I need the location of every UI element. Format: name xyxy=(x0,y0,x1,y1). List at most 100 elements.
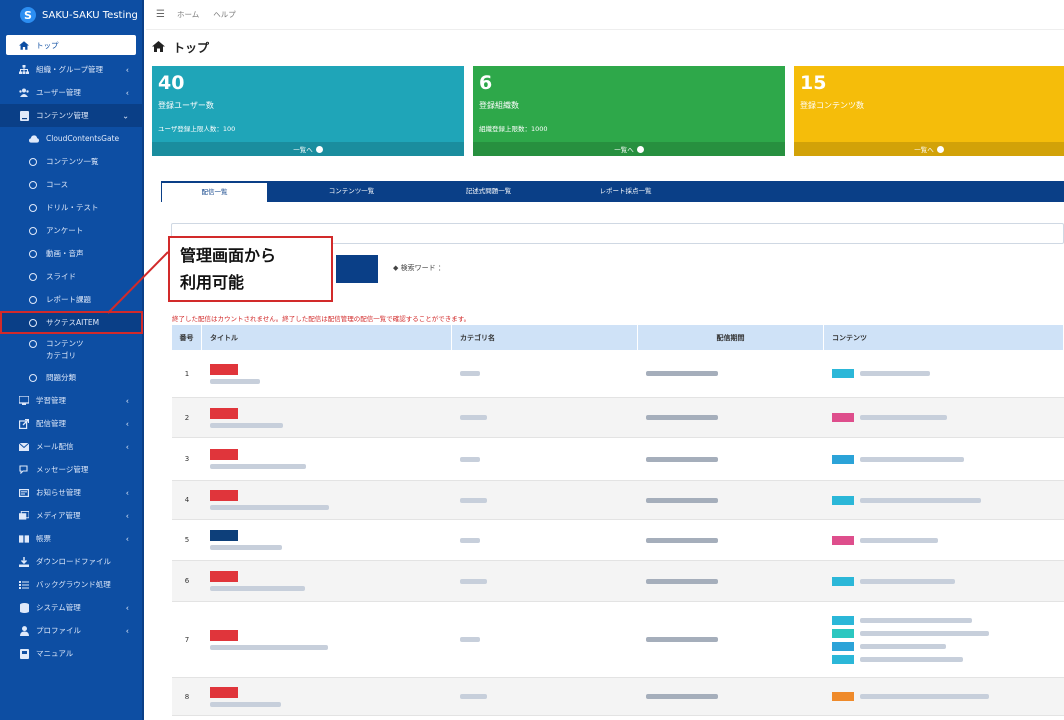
arrow-circle-icon xyxy=(315,145,323,153)
table-row[interactable]: 5 xyxy=(172,520,1064,561)
stat-label: 登録ユーザー数 xyxy=(158,101,214,110)
row-contents[interactable] xyxy=(824,350,1064,397)
sidebar-item-label: バックグラウンド処理 xyxy=(36,580,111,589)
sidebar-item-12[interactable]: サクテスAITEM xyxy=(0,311,143,334)
sidebar-item-label: アンケート xyxy=(46,226,84,235)
chevron-left-icon: ‹ xyxy=(125,88,129,97)
title-redacted xyxy=(210,378,260,384)
hamburger-icon[interactable]: ☰ xyxy=(156,9,165,20)
table-row[interactable]: 6 xyxy=(172,561,1064,602)
report-icon xyxy=(19,534,29,544)
title-redacted xyxy=(210,701,281,707)
sidebar-item-23[interactable]: バックグラウンド処理 xyxy=(0,573,142,596)
database-icon xyxy=(19,602,29,613)
column-header-1[interactable]: タイトル xyxy=(202,325,452,350)
table-row[interactable]: 1 xyxy=(172,350,1064,398)
category-redacted xyxy=(460,497,487,503)
content-entry xyxy=(832,535,938,545)
sidebar-item-18[interactable]: メッセージ管理 xyxy=(0,458,142,481)
tab-3[interactable]: レポート採点一覧 xyxy=(572,181,679,202)
table-row[interactable]: 7 xyxy=(172,602,1064,678)
sidebar-item-7[interactable]: ドリル・テスト xyxy=(0,196,142,219)
row-contents[interactable] xyxy=(824,678,1064,715)
tab-0[interactable]: 配信一覧 xyxy=(161,181,268,202)
period-redacted xyxy=(646,371,718,376)
tab-1[interactable]: コンテンツ一覧 xyxy=(298,181,405,202)
row-category xyxy=(452,678,638,715)
table-row[interactable]: 2 xyxy=(172,398,1064,438)
sidebar-item-21[interactable]: 帳票 ‹ xyxy=(0,527,142,550)
sidebar-item-1[interactable]: 組織・グループ管理 ‹ xyxy=(0,58,142,81)
table-row[interactable]: 4 xyxy=(172,481,1064,520)
circle-icon xyxy=(29,249,37,258)
sidebar-item-3[interactable]: コンテンツ管理 ⌄ xyxy=(0,104,142,127)
sidebar-item-22[interactable]: ダウンロードファイル xyxy=(0,550,142,573)
sidebar: S SAKU-SAKU Testing トップ組織・グループ管理 ‹ ユーザー管理 ‹… xyxy=(0,0,144,720)
sidebar-item-0[interactable]: トップ xyxy=(6,35,136,55)
sidebar-item-label: 問題分類 xyxy=(46,373,76,382)
period-redacted xyxy=(646,578,718,584)
sidebar-item-25[interactable]: プロファイル ‹ xyxy=(0,619,142,642)
search-button[interactable] xyxy=(336,255,378,283)
row-category xyxy=(452,438,638,480)
manual-icon xyxy=(19,648,29,659)
sidebar-item-10[interactable]: スライド xyxy=(0,265,142,288)
sidebar-item-label: 帳票 xyxy=(36,534,51,543)
stat-link[interactable]: 一覧へ xyxy=(473,142,785,156)
row-title[interactable] xyxy=(202,678,452,715)
sidebar-item-20[interactable]: メディア管理 ‹ xyxy=(0,504,142,527)
row-contents[interactable] xyxy=(824,438,1064,480)
sidebar-item-16[interactable]: 配信管理 ‹ xyxy=(0,412,142,435)
row-title[interactable] xyxy=(202,350,452,397)
column-header-0[interactable]: 番号 xyxy=(172,325,202,350)
row-contents[interactable] xyxy=(824,561,1064,601)
sidebar-item-label: スライド xyxy=(46,272,76,281)
column-header-2[interactable]: カテゴリ名 xyxy=(452,325,638,350)
table-row[interactable]: 8 xyxy=(172,678,1064,716)
sidebar-item-14[interactable]: 問題分類 xyxy=(0,366,142,389)
row-title[interactable] xyxy=(202,520,452,560)
table-row[interactable]: 3 xyxy=(172,438,1064,481)
stat-link[interactable]: 一覧へ xyxy=(794,142,1064,156)
sidebar-item-17[interactable]: メール配信 ‹ xyxy=(0,435,142,458)
row-title[interactable] xyxy=(202,602,452,677)
sidebar-item-9[interactable]: 動画・音声 xyxy=(0,242,142,265)
sidebar-item-5[interactable]: コンテンツ一覧 xyxy=(0,150,142,173)
page-title: トップ xyxy=(152,39,209,56)
content-entry xyxy=(832,495,981,505)
row-contents[interactable] xyxy=(824,602,1064,677)
category-redacted xyxy=(460,415,487,420)
arrow-circle-icon xyxy=(636,145,644,153)
brand[interactable]: S SAKU-SAKU Testing xyxy=(0,0,142,30)
row-title[interactable] xyxy=(202,481,452,519)
row-title[interactable] xyxy=(202,561,452,601)
page-title-text: トップ xyxy=(173,41,210,55)
row-contents[interactable] xyxy=(824,398,1064,437)
row-period xyxy=(638,561,824,601)
sidebar-item-label: お知らせ管理 xyxy=(36,488,81,497)
stat-card-0: 40 登録ユーザー数 ユーザ登録上限人数：100 一覧へ xyxy=(152,66,464,156)
row-contents[interactable] xyxy=(824,481,1064,519)
column-header-4[interactable]: コンテンツ xyxy=(824,325,1064,350)
sidebar-item-26[interactable]: マニュアル xyxy=(0,642,142,665)
topbar-link-help[interactable]: ヘルプ xyxy=(213,9,236,20)
sidebar-item-24[interactable]: システム管理 ‹ xyxy=(0,596,142,619)
tab-2[interactable]: 記述式問題一覧 xyxy=(435,181,542,202)
content-entry xyxy=(832,641,946,651)
sidebar-item-13[interactable]: コンテンツ カテゴリ xyxy=(0,334,142,366)
row-title[interactable] xyxy=(202,438,452,480)
row-period xyxy=(638,678,824,715)
home-icon xyxy=(152,40,165,55)
stat-link[interactable]: 一覧へ xyxy=(152,142,464,156)
sidebar-item-11[interactable]: レポート課題 xyxy=(0,288,142,311)
sidebar-item-15[interactable]: 学習管理 ‹ xyxy=(0,389,142,412)
row-contents[interactable] xyxy=(824,520,1064,560)
sidebar-item-4[interactable]: CloudContentsGate xyxy=(0,127,142,150)
sidebar-item-2[interactable]: ユーザー管理 ‹ xyxy=(0,81,142,104)
sidebar-item-19[interactable]: お知らせ管理 ‹ xyxy=(0,481,142,504)
row-title[interactable] xyxy=(202,398,452,437)
sidebar-item-8[interactable]: アンケート xyxy=(0,219,142,242)
column-header-3[interactable]: 配信期間 xyxy=(638,325,824,350)
topbar-link-home[interactable]: ホーム xyxy=(177,9,199,20)
sidebar-item-6[interactable]: コース xyxy=(0,173,142,196)
